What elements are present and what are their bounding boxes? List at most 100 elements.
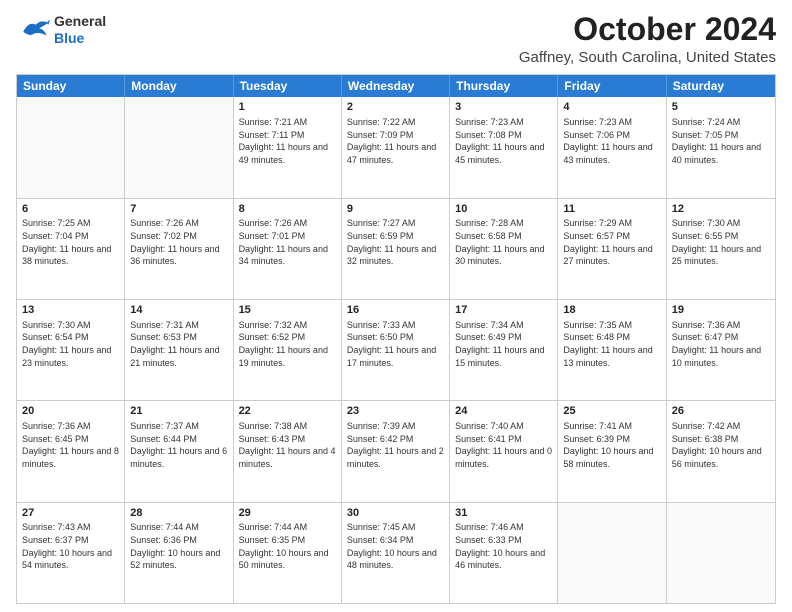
day-content: Sunrise: 7:29 AM Sunset: 6:57 PM Dayligh… (563, 217, 660, 267)
day-number: 26 (672, 404, 770, 419)
day-content: Sunrise: 7:25 AM Sunset: 7:04 PM Dayligh… (22, 217, 119, 267)
cal-cell: 8Sunrise: 7:26 AM Sunset: 7:01 PM Daylig… (234, 199, 342, 299)
cal-cell: 7Sunrise: 7:26 AM Sunset: 7:02 PM Daylig… (125, 199, 233, 299)
day-content: Sunrise: 7:37 AM Sunset: 6:44 PM Dayligh… (130, 420, 227, 470)
week-row-2: 6Sunrise: 7:25 AM Sunset: 7:04 PM Daylig… (17, 198, 775, 299)
cal-cell (17, 97, 125, 197)
day-number: 20 (22, 404, 119, 419)
day-content: Sunrise: 7:36 AM Sunset: 6:45 PM Dayligh… (22, 420, 119, 470)
cal-cell: 24Sunrise: 7:40 AM Sunset: 6:41 PM Dayli… (450, 401, 558, 501)
header-day-sunday: Sunday (17, 75, 125, 97)
header-day-friday: Friday (558, 75, 666, 97)
cal-cell: 10Sunrise: 7:28 AM Sunset: 6:58 PM Dayli… (450, 199, 558, 299)
day-content: Sunrise: 7:26 AM Sunset: 7:01 PM Dayligh… (239, 217, 336, 267)
day-content: Sunrise: 7:34 AM Sunset: 6:49 PM Dayligh… (455, 319, 552, 369)
day-number: 12 (672, 202, 770, 217)
cal-cell (667, 503, 775, 603)
day-number: 5 (672, 100, 770, 115)
cal-cell (558, 503, 666, 603)
day-content: Sunrise: 7:21 AM Sunset: 7:11 PM Dayligh… (239, 116, 336, 166)
day-number: 15 (239, 303, 336, 318)
cal-cell: 23Sunrise: 7:39 AM Sunset: 6:42 PM Dayli… (342, 401, 450, 501)
header-day-saturday: Saturday (667, 75, 775, 97)
day-content: Sunrise: 7:30 AM Sunset: 6:55 PM Dayligh… (672, 217, 770, 267)
day-number: 23 (347, 404, 444, 419)
day-content: Sunrise: 7:32 AM Sunset: 6:52 PM Dayligh… (239, 319, 336, 369)
day-number: 3 (455, 100, 552, 115)
cal-cell: 27Sunrise: 7:43 AM Sunset: 6:37 PM Dayli… (17, 503, 125, 603)
cal-cell: 1Sunrise: 7:21 AM Sunset: 7:11 PM Daylig… (234, 97, 342, 197)
calendar: SundayMondayTuesdayWednesdayThursdayFrid… (16, 74, 776, 604)
day-content: Sunrise: 7:36 AM Sunset: 6:47 PM Dayligh… (672, 319, 770, 369)
day-content: Sunrise: 7:44 AM Sunset: 6:35 PM Dayligh… (239, 521, 336, 571)
day-number: 30 (347, 506, 444, 521)
week-row-5: 27Sunrise: 7:43 AM Sunset: 6:37 PM Dayli… (17, 502, 775, 603)
day-number: 16 (347, 303, 444, 318)
logo-general-text: General (54, 13, 106, 30)
header-day-thursday: Thursday (450, 75, 558, 97)
cal-cell: 20Sunrise: 7:36 AM Sunset: 6:45 PM Dayli… (17, 401, 125, 501)
day-number: 1 (239, 100, 336, 115)
day-number: 8 (239, 202, 336, 217)
day-content: Sunrise: 7:22 AM Sunset: 7:09 PM Dayligh… (347, 116, 444, 166)
cal-cell: 29Sunrise: 7:44 AM Sunset: 6:35 PM Dayli… (234, 503, 342, 603)
day-number: 27 (22, 506, 119, 521)
calendar-body: 1Sunrise: 7:21 AM Sunset: 7:11 PM Daylig… (17, 97, 775, 603)
day-number: 31 (455, 506, 552, 521)
cal-cell: 30Sunrise: 7:45 AM Sunset: 6:34 PM Dayli… (342, 503, 450, 603)
day-content: Sunrise: 7:44 AM Sunset: 6:36 PM Dayligh… (130, 521, 227, 571)
day-content: Sunrise: 7:39 AM Sunset: 6:42 PM Dayligh… (347, 420, 444, 470)
cal-cell: 25Sunrise: 7:41 AM Sunset: 6:39 PM Dayli… (558, 401, 666, 501)
day-content: Sunrise: 7:46 AM Sunset: 6:33 PM Dayligh… (455, 521, 552, 571)
logo-icon (16, 12, 52, 48)
day-number: 28 (130, 506, 227, 521)
cal-cell: 9Sunrise: 7:27 AM Sunset: 6:59 PM Daylig… (342, 199, 450, 299)
day-number: 29 (239, 506, 336, 521)
page: General Blue October 2024 Gaffney, South… (0, 0, 792, 612)
cal-cell: 4Sunrise: 7:23 AM Sunset: 7:06 PM Daylig… (558, 97, 666, 197)
cal-cell: 18Sunrise: 7:35 AM Sunset: 6:48 PM Dayli… (558, 300, 666, 400)
cal-cell: 3Sunrise: 7:23 AM Sunset: 7:08 PM Daylig… (450, 97, 558, 197)
day-number: 14 (130, 303, 227, 318)
header-day-monday: Monday (125, 75, 233, 97)
cal-cell: 12Sunrise: 7:30 AM Sunset: 6:55 PM Dayli… (667, 199, 775, 299)
day-number: 21 (130, 404, 227, 419)
cal-cell: 26Sunrise: 7:42 AM Sunset: 6:38 PM Dayli… (667, 401, 775, 501)
day-content: Sunrise: 7:24 AM Sunset: 7:05 PM Dayligh… (672, 116, 770, 166)
cal-cell: 31Sunrise: 7:46 AM Sunset: 6:33 PM Dayli… (450, 503, 558, 603)
cal-cell: 5Sunrise: 7:24 AM Sunset: 7:05 PM Daylig… (667, 97, 775, 197)
calendar-header: SundayMondayTuesdayWednesdayThursdayFrid… (17, 75, 775, 97)
day-number: 7 (130, 202, 227, 217)
day-number: 17 (455, 303, 552, 318)
day-content: Sunrise: 7:45 AM Sunset: 6:34 PM Dayligh… (347, 521, 444, 571)
cal-cell: 16Sunrise: 7:33 AM Sunset: 6:50 PM Dayli… (342, 300, 450, 400)
logo-label: General Blue (54, 13, 106, 47)
day-number: 2 (347, 100, 444, 115)
day-number: 11 (563, 202, 660, 217)
day-number: 4 (563, 100, 660, 115)
day-content: Sunrise: 7:26 AM Sunset: 7:02 PM Dayligh… (130, 217, 227, 267)
header-day-tuesday: Tuesday (234, 75, 342, 97)
title-block: October 2024 Gaffney, South Carolina, Un… (519, 12, 776, 66)
day-content: Sunrise: 7:31 AM Sunset: 6:53 PM Dayligh… (130, 319, 227, 369)
cal-cell: 15Sunrise: 7:32 AM Sunset: 6:52 PM Dayli… (234, 300, 342, 400)
day-number: 18 (563, 303, 660, 318)
day-content: Sunrise: 7:35 AM Sunset: 6:48 PM Dayligh… (563, 319, 660, 369)
cal-cell: 19Sunrise: 7:36 AM Sunset: 6:47 PM Dayli… (667, 300, 775, 400)
day-content: Sunrise: 7:30 AM Sunset: 6:54 PM Dayligh… (22, 319, 119, 369)
cal-cell: 14Sunrise: 7:31 AM Sunset: 6:53 PM Dayli… (125, 300, 233, 400)
cal-cell: 22Sunrise: 7:38 AM Sunset: 6:43 PM Dayli… (234, 401, 342, 501)
day-content: Sunrise: 7:40 AM Sunset: 6:41 PM Dayligh… (455, 420, 552, 470)
main-title: October 2024 (519, 12, 776, 47)
day-content: Sunrise: 7:42 AM Sunset: 6:38 PM Dayligh… (672, 420, 770, 470)
day-number: 24 (455, 404, 552, 419)
cal-cell: 28Sunrise: 7:44 AM Sunset: 6:36 PM Dayli… (125, 503, 233, 603)
subtitle: Gaffney, South Carolina, United States (519, 49, 776, 66)
day-number: 9 (347, 202, 444, 217)
header: General Blue October 2024 Gaffney, South… (16, 12, 776, 66)
day-number: 6 (22, 202, 119, 217)
day-content: Sunrise: 7:27 AM Sunset: 6:59 PM Dayligh… (347, 217, 444, 267)
day-content: Sunrise: 7:23 AM Sunset: 7:08 PM Dayligh… (455, 116, 552, 166)
day-number: 10 (455, 202, 552, 217)
week-row-4: 20Sunrise: 7:36 AM Sunset: 6:45 PM Dayli… (17, 400, 775, 501)
